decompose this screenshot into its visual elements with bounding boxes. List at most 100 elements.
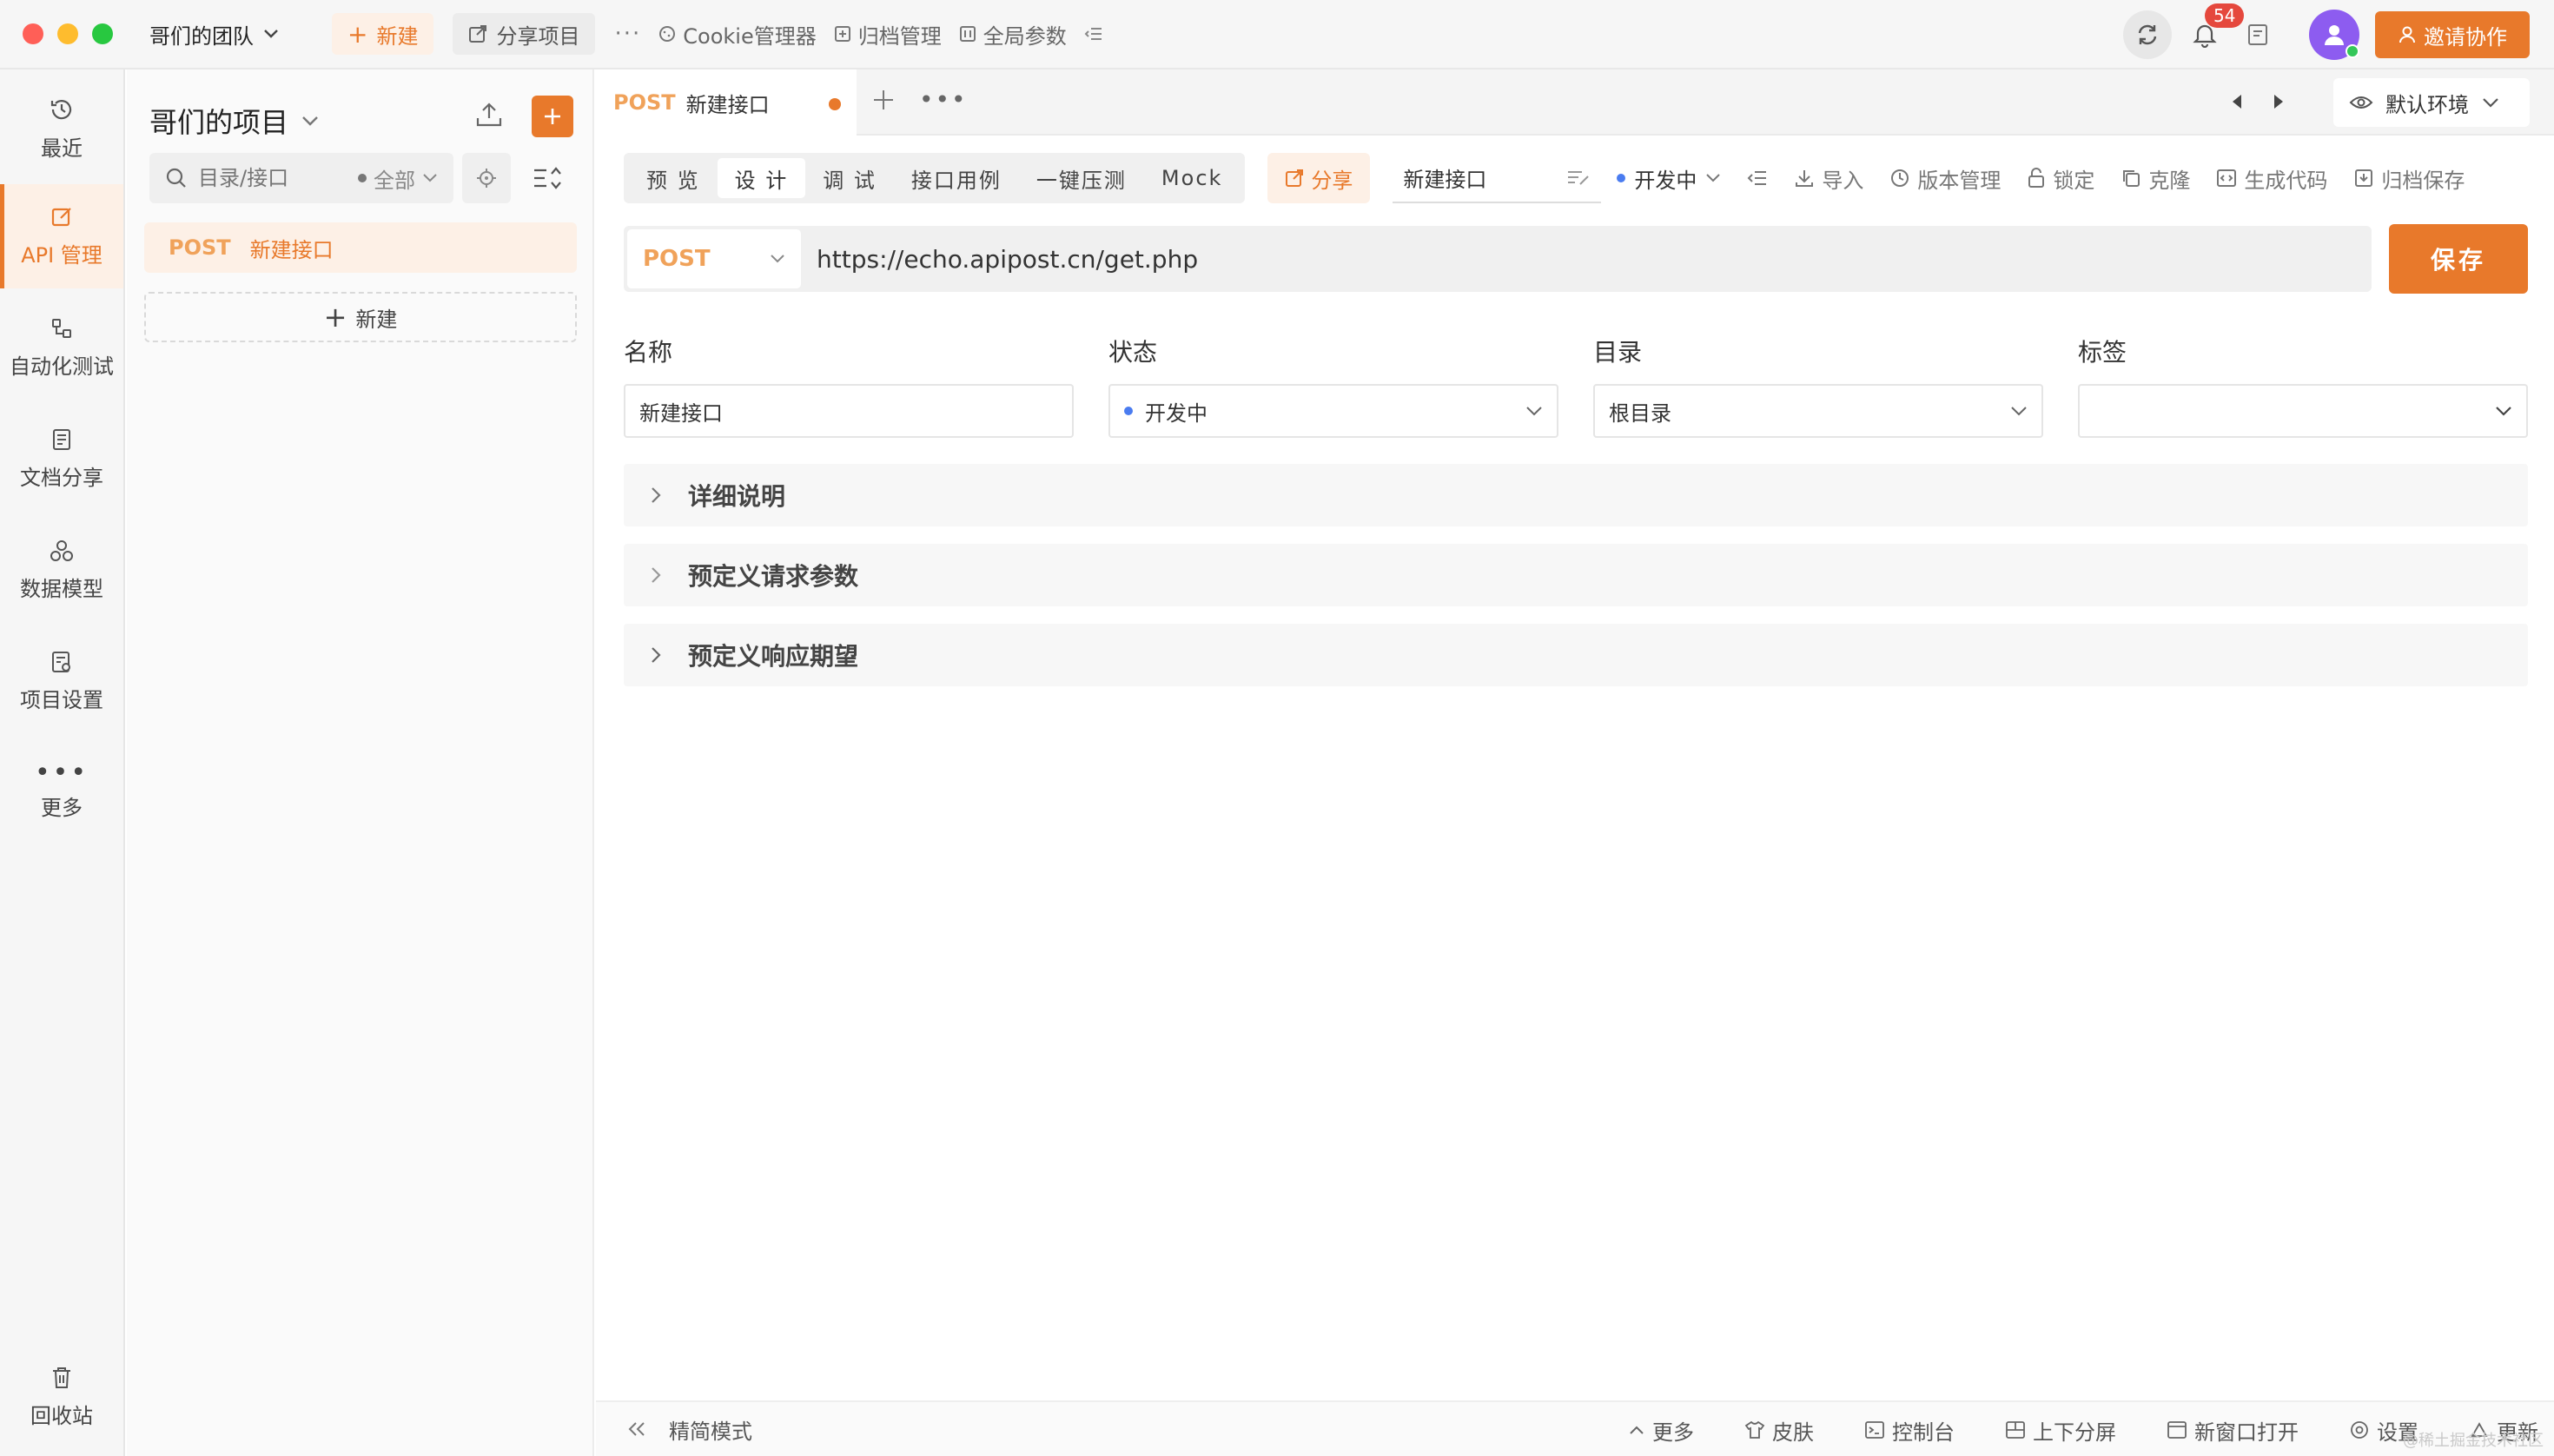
minimize-window-button[interactable] [57, 23, 78, 44]
notifications-button[interactable]: 54 [2187, 3, 2245, 52]
status-dot [1617, 174, 1626, 182]
sort-button[interactable] [523, 153, 572, 203]
search-input[interactable] [198, 166, 328, 190]
import-button[interactable]: 导入 [1794, 163, 1863, 194]
new-button[interactable]: + 新建 [332, 13, 434, 55]
clock-icon [1891, 169, 1909, 187]
api-method: POST [169, 235, 231, 260]
close-window-button[interactable] [23, 23, 43, 44]
api-name-field[interactable]: 新建接口 [1393, 153, 1602, 203]
double-chevron-left-icon [628, 1422, 645, 1436]
add-new-button[interactable]: + 新建 [144, 292, 577, 342]
project-selector[interactable]: 哥们的项目 [149, 101, 320, 141]
sync-button[interactable] [2123, 10, 2172, 59]
status-dropdown[interactable]: 开发中 [1617, 163, 1721, 194]
split-screen-button[interactable]: 上下分屏 [2005, 1415, 2116, 1446]
more-icon: ••• [34, 757, 89, 788]
nav-item-more[interactable]: ••• 更多 [0, 740, 123, 844]
method-select[interactable]: POST [627, 229, 801, 288]
main-area: POST 新建接口 ••• 默认环境 预 览 设 计 调 试 接口用例 一键压测… [596, 69, 2554, 1456]
tab-new-api[interactable]: POST 新建接口 [596, 69, 857, 136]
save-button[interactable]: 保存 [2389, 224, 2528, 294]
nav-item-data-model[interactable]: 数据模型 [0, 518, 123, 622]
lock-button[interactable]: 锁定 [2027, 163, 2094, 194]
indent-icon [1747, 171, 1767, 185]
cookie-manager-link[interactable]: Cookie管理器 [658, 19, 817, 50]
skin-button[interactable]: 皮肤 [1744, 1415, 1814, 1446]
share-icon [1286, 169, 1304, 187]
global-params-link[interactable]: 全局参数 [959, 19, 1067, 50]
sync-icon [2138, 24, 2157, 45]
user-avatar[interactable] [2309, 10, 2359, 60]
name-input[interactable] [639, 399, 1058, 423]
statusbar-more-button[interactable]: 更多 [1628, 1415, 1694, 1446]
tab-more-button[interactable]: ••• [919, 85, 968, 114]
mode-debug[interactable]: 调 试 [805, 158, 894, 198]
locate-button[interactable] [462, 153, 511, 203]
request-url-bar: POST [624, 226, 2372, 292]
edit-lines-icon [1568, 171, 1590, 185]
version-management-button[interactable]: 版本管理 [1889, 163, 2001, 194]
zoom-window-button[interactable] [92, 23, 113, 44]
tag-select[interactable] [2078, 384, 2528, 438]
invite-collaboration-button[interactable]: 邀请协作 [2375, 11, 2530, 58]
nav-item-project-settings[interactable]: 项目设置 [0, 629, 123, 733]
filter-dot [358, 174, 367, 182]
team-name: 哥们的团队 [149, 23, 254, 49]
new-tab-button[interactable] [870, 87, 897, 116]
mode-mock[interactable]: Mock [1144, 158, 1240, 198]
clone-button[interactable]: 克隆 [2121, 163, 2190, 194]
caret-left-icon[interactable] [2229, 92, 2245, 111]
nav-item-recent[interactable]: 最近 [0, 76, 123, 181]
collapse-menu-button[interactable] [1084, 25, 1103, 43]
shirt-icon [1744, 1420, 1765, 1439]
section-detail-description[interactable]: 详细说明 [624, 464, 2528, 526]
directory-select[interactable]: 根目录 [1593, 384, 2043, 438]
section-response-expectations[interactable]: 预定义响应期望 [624, 624, 2528, 686]
share-api-button[interactable]: 分享 [1267, 153, 1371, 203]
more-menu-button[interactable]: ··· [614, 21, 641, 47]
mode-design[interactable]: 设 计 [717, 158, 806, 198]
upload-icon [476, 103, 502, 127]
new-window-button[interactable]: 新窗口打开 [2167, 1415, 2299, 1446]
nav-item-api-management[interactable]: API 管理 [0, 184, 123, 288]
plus-icon [545, 109, 560, 124]
caret-right-icon[interactable] [2271, 92, 2286, 111]
export-button[interactable] [474, 101, 504, 132]
chevron-down-icon [771, 255, 784, 263]
chevron-right-icon [652, 487, 661, 503]
mode-test-cases[interactable]: 接口用例 [894, 158, 1019, 198]
search-box: 全部 [149, 153, 453, 203]
docs-button[interactable] [2246, 23, 2269, 47]
share-project-button[interactable]: 分享项目 [453, 13, 596, 55]
mode-stress-test[interactable]: 一键压测 [1019, 158, 1144, 198]
section-request-params[interactable]: 预定义请求参数 [624, 544, 2528, 606]
chevron-down-icon [423, 174, 437, 182]
document-icon [53, 428, 70, 450]
terminal-icon [1865, 1421, 1884, 1439]
add-item-button[interactable] [532, 96, 573, 137]
collapse-icon [1084, 28, 1102, 40]
project-panel: 哥们的项目 全部 POST 新建接口 + 新建 [127, 69, 594, 1456]
generate-code-button[interactable]: 生成代码 [2216, 163, 2327, 194]
environment-selector[interactable]: 默认环境 [2333, 78, 2530, 127]
notification-badge: 54 [2205, 3, 2245, 28]
filter-dropdown[interactable]: 全部 [358, 163, 438, 194]
url-input[interactable] [817, 244, 2372, 274]
archive-manager-link[interactable]: 归档管理 [834, 19, 942, 50]
nav-item-doc-share[interactable]: 文档分享 [0, 407, 123, 511]
nav-item-trash[interactable]: 回收站 [0, 1345, 123, 1449]
api-list-item[interactable]: POST 新建接口 [144, 222, 577, 273]
window-icon [2167, 1421, 2187, 1439]
flow-icon [52, 318, 71, 338]
outline-toggle-button[interactable] [1747, 169, 1768, 188]
console-button[interactable]: 控制台 [1864, 1415, 1955, 1446]
mode-preview[interactable]: 预 览 [629, 158, 718, 198]
archive-save-button[interactable]: 归档保存 [2353, 163, 2465, 194]
notes-icon [2248, 24, 2267, 45]
nav-item-automation-test[interactable]: 自动化测试 [0, 295, 123, 400]
team-selector[interactable]: 哥们的团队 [149, 19, 280, 50]
tab-bar: POST 新建接口 ••• 默认环境 [596, 69, 2554, 136]
compact-mode-toggle[interactable]: 精简模式 [627, 1414, 752, 1445]
status-select[interactable]: 开发中 [1108, 384, 1558, 438]
